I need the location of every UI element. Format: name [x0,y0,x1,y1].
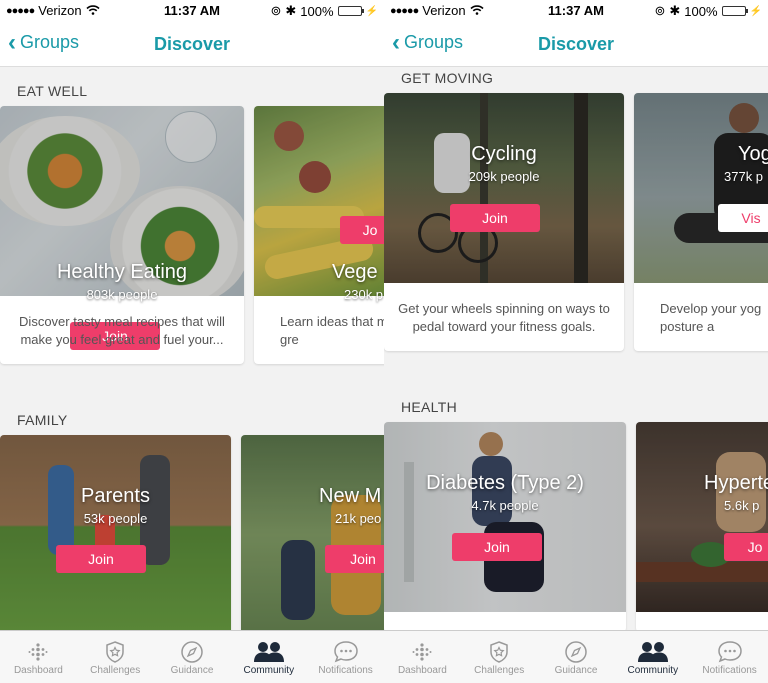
compass-icon [564,639,588,665]
tab-guidance[interactable]: Guidance [154,631,231,683]
group-card-healthy-eating[interactable]: Healthy Eating 803k people Join Discover… [0,106,244,364]
tab-label: Challenges [90,664,141,676]
tab-label: Community [243,664,295,676]
group-name: New M [319,485,382,507]
tab-guidance[interactable]: Guidance [538,631,615,683]
star-shield-icon [487,639,511,665]
group-member-count: 5.6k p [724,498,760,513]
orientation-lock-icon: ⊚ [270,3,282,18]
back-button[interactable]: ‹ Groups [392,28,464,56]
battery-icon [337,6,364,16]
tab-label: Guidance [170,664,214,676]
back-label: Groups [404,32,464,52]
battery-percent: 100% [684,3,718,19]
section-title-eat-well: EAT WELL [17,83,88,99]
left-screen: ●●●●● Verizon 11:37 AM ⊚ ✱ 100% ⚡ ‹ Grou… [0,0,384,683]
battery-icon [721,6,748,16]
group-member-count: 53k people [83,511,148,526]
group-name: Parents [81,485,150,507]
charging-icon: ⚡ [749,5,762,17]
group-name: Yog [738,143,768,165]
group-description: Get your wheels spinning on ways to peda… [398,301,610,334]
group-member-count: 377k p [724,169,764,184]
tab-dashboard[interactable]: Dashboard [0,631,77,683]
group-name: Healthy Eating [56,261,188,283]
join-button[interactable]: Jo [724,533,768,561]
group-photo [241,435,384,635]
tab-challenges[interactable]: Challenges [77,631,154,683]
compass-icon [180,639,204,665]
section-title-health: HEALTH [401,399,457,415]
tab-label: Challenges [474,664,525,676]
orientation-lock-icon: ⊚ [654,3,666,18]
group-member-count: 4.7k people [471,498,539,513]
tab-label: Community [627,664,679,676]
back-label: Groups [20,32,80,52]
status-bar: ●●●●● Verizon 11:37 AM ⊚ ✱ 100% ⚡ [384,0,768,22]
tab-dashboard[interactable]: Dashboard [384,631,461,683]
tab-notifications[interactable]: Notifications [307,631,384,683]
tab-bar: Dashboard Challenges Guidance Community … [0,630,384,683]
group-photo [384,93,624,283]
section-title-family: FAMILY [17,412,68,428]
tab-community[interactable]: Community [230,631,307,683]
group-card-parents[interactable]: Parents 53k people Join [0,435,231,635]
group-card-new-moms[interactable]: New M 21k peo Join [241,435,384,635]
tab-challenges[interactable]: Challenges [461,631,538,683]
tab-notifications[interactable]: Notifications [691,631,768,683]
group-name: Vege [332,261,378,283]
join-button[interactable]: Join [452,533,542,561]
nav-bar: ‹ Groups Discover [384,22,768,67]
right-screen: ●●●●● Verizon 11:37 AM ⊚ ✱ 100% ⚡ ‹ Grou… [384,0,768,683]
group-photo [0,435,231,635]
tab-label: Dashboard [397,664,447,676]
group-card-vegetarian[interactable]: Vege 230k p Jo Learn ideas that m gre [254,106,384,364]
join-button[interactable]: Join [450,204,540,232]
group-photo [634,93,768,283]
dashboard-dots-icon [28,639,48,665]
group-name: Hyperte [704,472,768,494]
tab-label: Notifications [702,664,757,676]
group-member-count: 209k people [468,169,540,184]
group-member-count: 230k p [344,287,384,302]
join-button[interactable]: Join [56,545,146,573]
group-name: Cycling [471,143,537,165]
group-photo [636,422,768,612]
tab-label: Notifications [318,664,373,676]
chevron-left-icon: ‹ [8,28,16,56]
tab-label: Dashboard [13,664,63,676]
group-name: Diabetes (Type 2) [426,472,584,494]
chevron-left-icon: ‹ [392,28,400,56]
group-description: Learn ideas that m gre [280,314,384,347]
nav-bar: ‹ Groups Discover [0,22,384,67]
group-card-yoga[interactable]: Yog 377k p Vis Develop your yog posture … [634,93,768,351]
dashboard-dots-icon [412,639,432,665]
join-button[interactable]: Join [325,545,384,573]
chat-bubble-icon [333,639,359,665]
people-icon [636,639,670,665]
group-description: Develop your yog posture a [660,301,762,334]
tab-label: Guidance [554,664,598,676]
group-card-cycling[interactable]: Cycling 209k people Join Get your wheels… [384,93,624,351]
section-title-get-moving: GET MOVING [401,70,494,86]
status-bar: ●●●●● Verizon 11:37 AM ⊚ ✱ 100% ⚡ [0,0,384,22]
group-member-count: 21k peo [335,511,382,526]
battery-percent: 100% [300,3,334,19]
tab-community[interactable]: Community [614,631,691,683]
group-description: Discover tasty meal recipes that will ma… [19,314,225,347]
star-shield-icon [103,639,127,665]
tab-bar: Dashboard Challenges Guidance Community … [384,630,768,683]
visit-button[interactable]: Vis [718,204,768,232]
bluetooth-icon: ✱ [285,3,297,18]
group-photo [384,422,626,612]
group-card-hypertension[interactable]: Hyperte 5.6k p Jo [636,422,768,632]
join-button[interactable]: Jo [340,216,384,244]
back-button[interactable]: ‹ Groups [8,28,80,56]
bluetooth-icon: ✱ [669,3,681,18]
people-icon [252,639,286,665]
group-card-diabetes-type-2[interactable]: Diabetes (Type 2) 4.7k people Join [384,422,626,632]
chat-bubble-icon [717,639,743,665]
charging-icon: ⚡ [365,5,378,17]
group-member-count: 803k people [86,287,158,302]
